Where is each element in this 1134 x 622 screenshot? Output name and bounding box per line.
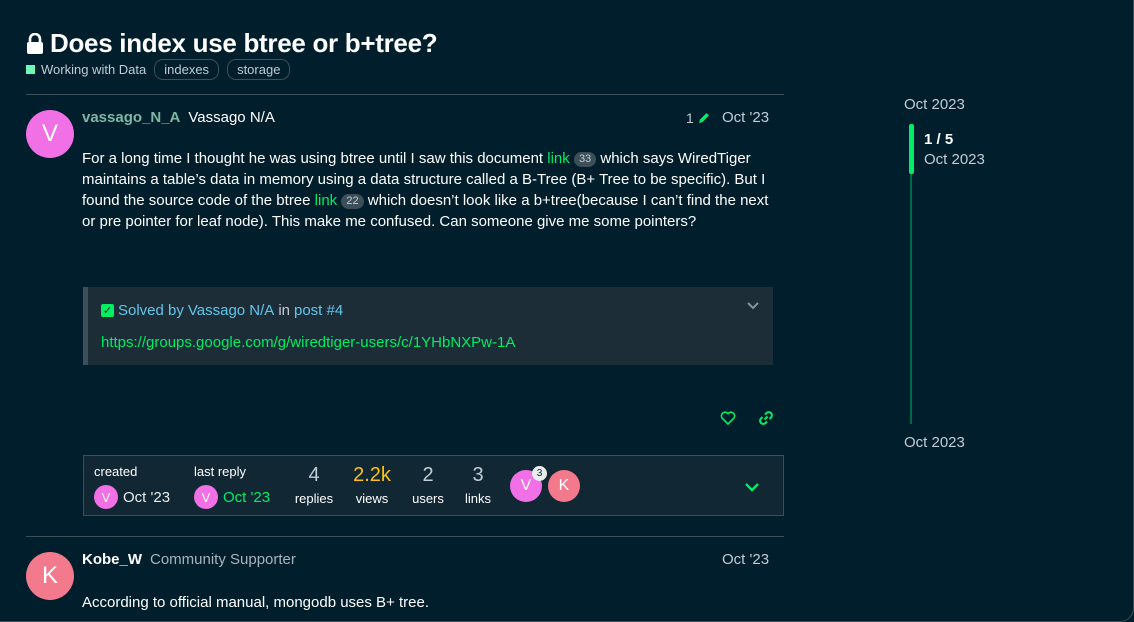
avatar[interactable]: V [26,110,74,158]
participant-avatar[interactable]: K [548,470,580,502]
last-reply-label: last reply [194,464,247,479]
checkbox-checked-icon: ✓ [101,304,114,317]
links-stat[interactable]: 3 links [458,464,498,506]
divider [26,536,784,537]
topic-map: created V Oct '23 last reply V Oct '23 4… [83,455,784,516]
participant-letter: K [558,477,570,494]
username-link[interactable]: Kobe_W [82,551,142,568]
solved-in-label: in [278,302,290,319]
source-link[interactable]: link [315,192,338,209]
post-ref-link[interactable]: post #4 [294,302,343,319]
category-color-icon [26,65,35,74]
lock-icon [26,32,44,55]
views-count: 2.2k [353,464,391,486]
participant-avatar[interactable]: V 3 [510,466,547,502]
solved-by-label: Solved by [118,302,184,319]
participants: V 3 K [510,466,580,502]
accepted-answer-box: ✓ Solved by Vassago N/A in post #4 https… [83,287,773,365]
category-link[interactable]: Working with Data [41,62,146,77]
replies-count: 4 [308,464,320,486]
post-author: Kobe_W Community Supporter [82,551,296,568]
timeline-position-date: Oct 2023 [924,151,985,168]
avatar[interactable]: V [94,485,118,509]
topic-title[interactable]: Does index use btree or b+tree? [50,28,438,59]
post-date[interactable]: Oct '23 [722,109,769,126]
last-reply-date[interactable]: Oct '23 [223,489,270,506]
views-stat: 2.2k views [350,464,394,506]
full-name: Vassago N/A [188,109,275,126]
created-date: Oct '23 [123,488,171,506]
chevron-down-icon[interactable] [745,297,761,313]
timeline-handle[interactable] [909,124,914,174]
post-body: According to official manual, mongodb us… [82,594,430,611]
timeline-position: 1 / 5 [924,131,954,148]
users-count: 2 [422,464,434,486]
link-icon[interactable] [758,410,774,426]
links-label: links [464,491,491,506]
users-stat: 2 users [408,464,448,506]
post-actions [720,410,774,426]
tag-indexes[interactable]: indexes [154,59,220,80]
solver-name-link[interactable]: Vassago N/A [188,302,274,319]
participant-letter: V [520,477,532,494]
post-count-badge: 3 [532,466,547,481]
post-text: For a long time I thought he was using b… [82,150,548,167]
doc-link[interactable]: link [547,150,570,167]
created-label: created [94,464,138,479]
edit-history-button[interactable]: 1 [686,110,711,126]
username-link[interactable]: vassago_N_A [82,109,180,126]
created-info: created V Oct '23 [94,464,170,509]
post-author: vassago_N_A Vassago N/A [82,109,275,126]
avatar[interactable]: K [26,552,74,600]
user-title: Community Supporter [150,551,296,568]
post-date[interactable]: Oct '23 [722,551,769,568]
topic-category-row: Working with Data indexes storage [26,59,291,80]
heart-icon[interactable] [720,410,736,426]
topic-header: Does index use btree or b+tree? [26,28,438,59]
solved-header: ✓ Solved by Vassago N/A in post #4 [101,302,343,319]
click-count-badge: 33 [573,152,597,167]
post-body: For a long time I thought he was using b… [82,148,774,232]
views-label: views [355,491,389,506]
users-label: users [412,491,444,506]
links-count: 3 [472,464,484,486]
last-reply-info[interactable]: last reply V Oct '23 [194,464,270,509]
edit-count: 1 [686,110,694,126]
tag-storage[interactable]: storage [227,59,291,80]
timeline-start-date[interactable]: Oct 2023 [904,96,965,113]
timeline-end-date[interactable]: Oct 2023 [904,434,965,451]
divider [26,94,784,95]
pencil-icon [698,113,709,123]
solution-url-link[interactable]: https://groups.google.com/g/wiredtiger-u… [101,334,515,351]
chevron-down-icon[interactable] [743,478,761,496]
click-count-badge: 22 [341,194,364,209]
avatar[interactable]: V [194,485,218,509]
replies-label: replies [294,491,334,506]
replies-stat: 4 replies [292,464,336,506]
